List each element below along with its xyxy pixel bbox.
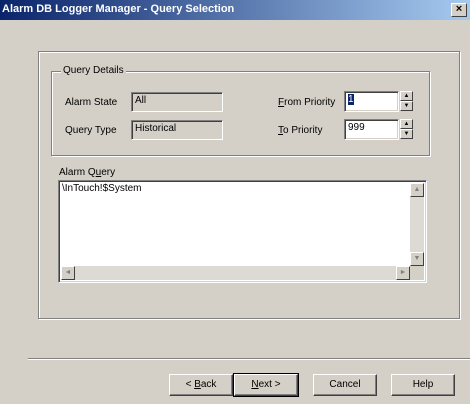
button-separator xyxy=(28,358,470,360)
query-details-group xyxy=(51,71,430,156)
from-priority-label: From Priority xyxy=(278,97,335,108)
back-button-accel: B xyxy=(194,379,201,390)
query-type-value: Historical xyxy=(135,123,177,134)
scroll-up-button[interactable]: ▲ xyxy=(410,183,424,197)
scroll-right-icon: ► xyxy=(399,269,407,276)
back-button-post: ack xyxy=(200,379,217,390)
scroll-left-button[interactable]: ◄ xyxy=(61,266,75,280)
spin-down-icon: ▼ xyxy=(403,103,410,109)
to-priority-input[interactable]: 999 xyxy=(344,119,399,140)
to-priority-label: To Priority xyxy=(278,125,322,136)
scroll-down-icon: ▼ xyxy=(413,255,421,262)
query-type-label: Query Type xyxy=(65,125,117,136)
from-priority-spin-down[interactable]: ▼ xyxy=(400,101,413,111)
from-priority-value: 1 xyxy=(348,94,354,105)
help-button[interactable]: Help xyxy=(391,374,455,396)
window-title: Alarm DB Logger Manager - Query Selectio… xyxy=(2,3,235,15)
cancel-button[interactable]: Cancel xyxy=(313,374,377,396)
horizontal-scrollbar[interactable] xyxy=(61,266,410,280)
alarm-query-label: Alarm Query xyxy=(59,167,115,178)
query-details-legend: Query Details xyxy=(61,65,126,76)
to-priority-spin-up[interactable]: ▲ xyxy=(400,119,413,129)
alarm-query-label-post: ery xyxy=(101,167,116,178)
alarm-query-text: \InTouch!$System xyxy=(62,183,142,194)
scroll-down-button[interactable]: ▼ xyxy=(410,252,424,266)
spin-down-icon: ▼ xyxy=(403,131,410,137)
alarm-state-field: All xyxy=(131,92,223,112)
back-button-pre: < xyxy=(185,379,195,390)
from-priority-input[interactable]: 1 xyxy=(344,91,399,112)
from-priority-spin-up[interactable]: ▲ xyxy=(400,91,413,101)
next-button-post: ext > xyxy=(258,379,281,390)
alarm-state-value: All xyxy=(135,95,147,106)
query-type-field: Historical xyxy=(131,120,223,140)
close-button[interactable]: × xyxy=(451,3,467,17)
to-priority-label-rest: o Priority xyxy=(283,125,323,136)
alarm-query-label-pre: Alarm Q xyxy=(59,167,96,178)
next-button-accel: N xyxy=(251,379,259,390)
from-priority-label-rest: rom Priority xyxy=(284,97,336,108)
alarm-query-textarea[interactable]: \InTouch!$System ▲ ▼ ◄ ► xyxy=(58,180,427,283)
to-priority-spin-down[interactable]: ▼ xyxy=(400,129,413,139)
scroll-left-icon: ◄ xyxy=(64,269,72,276)
next-button[interactable]: Next > xyxy=(233,373,299,397)
spin-up-icon: ▲ xyxy=(403,121,410,127)
alarm-state-label: Alarm State xyxy=(65,97,118,108)
scroll-right-button[interactable]: ► xyxy=(396,266,410,280)
back-button[interactable]: < Back xyxy=(169,374,233,396)
scroll-up-icon: ▲ xyxy=(413,186,421,193)
to-priority-value: 999 xyxy=(348,122,365,133)
close-icon: × xyxy=(455,3,463,15)
scrollbar-corner xyxy=(410,266,424,280)
spin-up-icon: ▲ xyxy=(403,93,410,99)
